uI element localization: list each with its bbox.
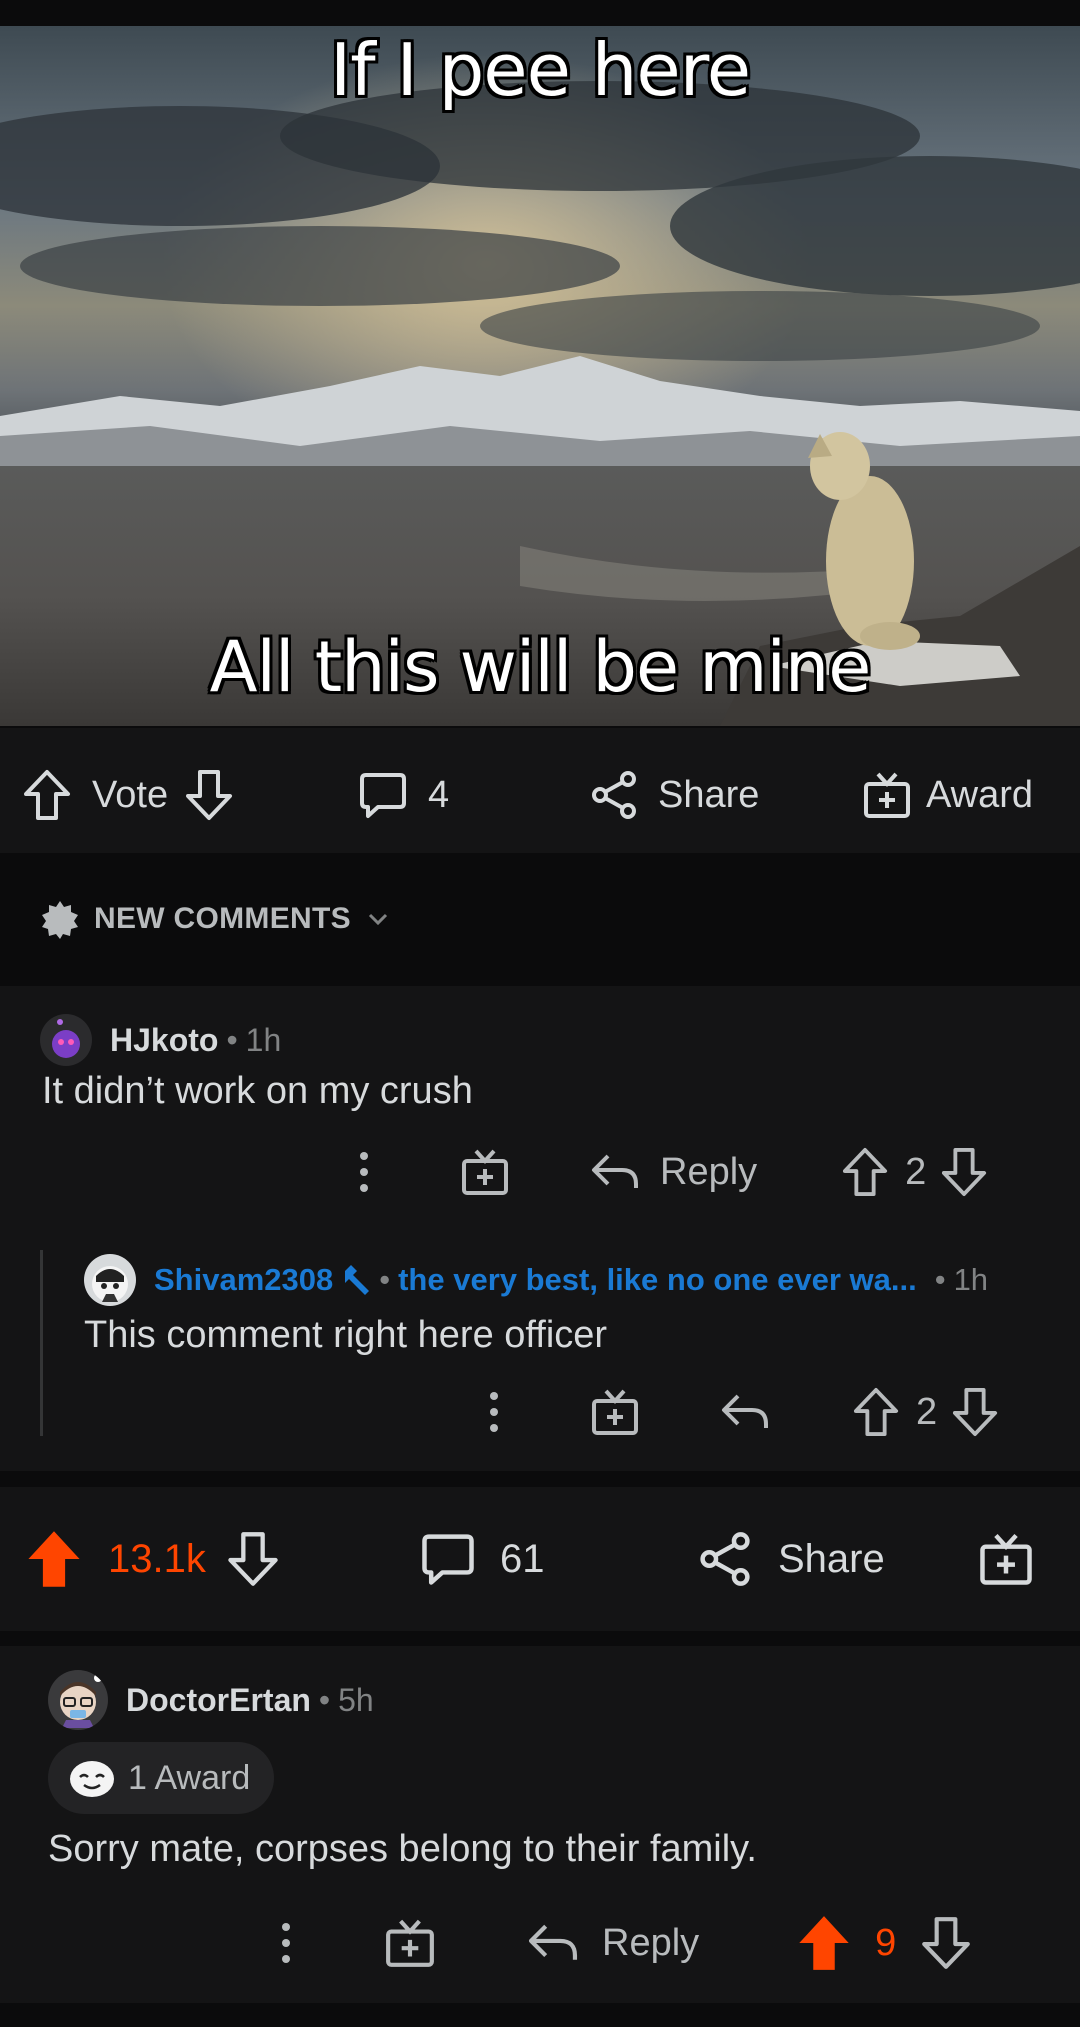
post-action-bar: Vote 4 Share Award (0, 728, 1080, 853)
share-button[interactable]: Share (698, 1531, 885, 1587)
upvote-icon-active[interactable] (797, 1914, 851, 1972)
post-image[interactable]: If I pee here All this will be mine (0, 26, 1080, 726)
comment-username[interactable]: DoctorErtan (126, 1682, 311, 1719)
gift-icon[interactable] (590, 1387, 640, 1437)
post-action-bar: 13.1k 61 Share (0, 1487, 1080, 1631)
vote-control: 13.1k (26, 1529, 280, 1589)
comment-actions: Reply 2 (354, 1146, 988, 1198)
share-icon (592, 771, 636, 819)
avatar[interactable] (48, 1670, 108, 1730)
comment-count: 61 (500, 1536, 545, 1581)
comments-button[interactable]: 61 (420, 1531, 545, 1587)
award-badge[interactable]: 1 Award (48, 1742, 275, 1814)
award-label: Award (926, 773, 1034, 816)
share-button[interactable]: Share (590, 770, 759, 820)
comment-sort-button[interactable]: NEW COMMENTS (40, 899, 389, 939)
reply-icon[interactable] (720, 1390, 770, 1434)
more-options-icon[interactable] (276, 1918, 296, 1968)
share-label: Share (778, 1536, 885, 1581)
downvote-icon[interactable] (184, 768, 234, 822)
upvote-icon[interactable] (841, 1146, 889, 1198)
award-button[interactable]: Award (862, 770, 1033, 820)
reply-label: Reply (602, 1921, 700, 1964)
post-score: 13.1k (108, 1536, 206, 1581)
vote-label: Vote (92, 773, 169, 816)
comment-score: 9 (875, 1921, 897, 1964)
reply-actions: 2 (484, 1386, 999, 1438)
comment-count: 4 (428, 773, 450, 816)
award-count-label: 1 Award (128, 1758, 251, 1797)
reply-button[interactable]: Reply (590, 1150, 757, 1194)
award-button[interactable] (978, 1531, 1034, 1587)
reply-button[interactable]: Reply (526, 1920, 699, 1966)
thread-line[interactable] (40, 1250, 43, 1436)
share-icon (700, 1532, 750, 1586)
comment-icon (422, 1534, 474, 1585)
comment-score: 2 (905, 1150, 927, 1193)
landscape-image (0, 26, 1080, 726)
more-options-icon[interactable] (484, 1388, 504, 1436)
vote-control: Vote (22, 768, 234, 822)
avatar[interactable] (40, 1014, 92, 1066)
reply-body: This comment right here officer (84, 1314, 608, 1356)
comment-body: Sorry mate, corpses belong to their fami… (48, 1828, 757, 1870)
comment-username[interactable]: HJkoto (110, 1022, 218, 1059)
share-label: Share (658, 773, 760, 816)
user-flair: the very best, like no one ever wa... (398, 1262, 917, 1297)
more-options-icon[interactable] (354, 1148, 374, 1196)
avatar[interactable] (84, 1254, 136, 1306)
gift-icon (864, 772, 910, 818)
upvote-icon-active[interactable] (26, 1529, 82, 1589)
separator-dot: • (226, 1021, 238, 1058)
comment-body: It didn’t work on my crush (42, 1070, 473, 1112)
reply-icon (528, 1924, 578, 1960)
comment-sort-section: NEW COMMENTS (0, 853, 1080, 986)
upvote-icon[interactable] (852, 1386, 900, 1438)
comment-header: HJkoto • 1h (40, 1014, 281, 1066)
comment-actions: Reply 9 (276, 1914, 972, 1972)
reply-time: 1h (953, 1262, 989, 1297)
comment-time: 5h (338, 1681, 374, 1718)
gift-icon[interactable] (460, 1147, 510, 1197)
reply-label: Reply (660, 1150, 758, 1193)
downvote-icon[interactable] (940, 1146, 988, 1198)
comment-header: DoctorErtan • 5h (48, 1670, 374, 1730)
reply-header: Shivam2308 • the very best, like no one … (84, 1254, 988, 1306)
comments-button[interactable]: 4 (358, 770, 449, 820)
separator-dot: • (934, 1262, 946, 1297)
downvote-icon[interactable] (226, 1530, 280, 1588)
downvote-icon[interactable] (920, 1915, 972, 1971)
sort-label: NEW COMMENTS (94, 902, 351, 935)
upvote-icon[interactable] (22, 768, 72, 822)
reply-score: 2 (916, 1390, 938, 1433)
meme-caption-top: If I pee here (329, 28, 751, 112)
comment-time: 1h (245, 1021, 282, 1058)
separator-dot: • (318, 1681, 331, 1718)
downvote-icon[interactable] (951, 1386, 999, 1438)
separator-dot: • (379, 1262, 391, 1297)
comment-thread: HJkoto • 1h It didn’t work on my crush R… (0, 986, 1080, 1471)
badge-sort-icon (42, 901, 78, 939)
chevron-down-icon (368, 913, 387, 926)
gift-icon (980, 1533, 1032, 1585)
wholesome-award-icon (70, 1761, 114, 1797)
comment-thread: DoctorErtan • 5h 1 Award Sorry mate, cor… (0, 1646, 1080, 2003)
gift-icon[interactable] (384, 1917, 436, 1969)
meme-caption-bottom: All this will be mine (209, 626, 872, 708)
comment-icon (360, 773, 406, 818)
reply-username[interactable]: Shivam2308 (154, 1262, 333, 1298)
reply-icon (592, 1154, 638, 1188)
wrench-icon (345, 1265, 370, 1295)
